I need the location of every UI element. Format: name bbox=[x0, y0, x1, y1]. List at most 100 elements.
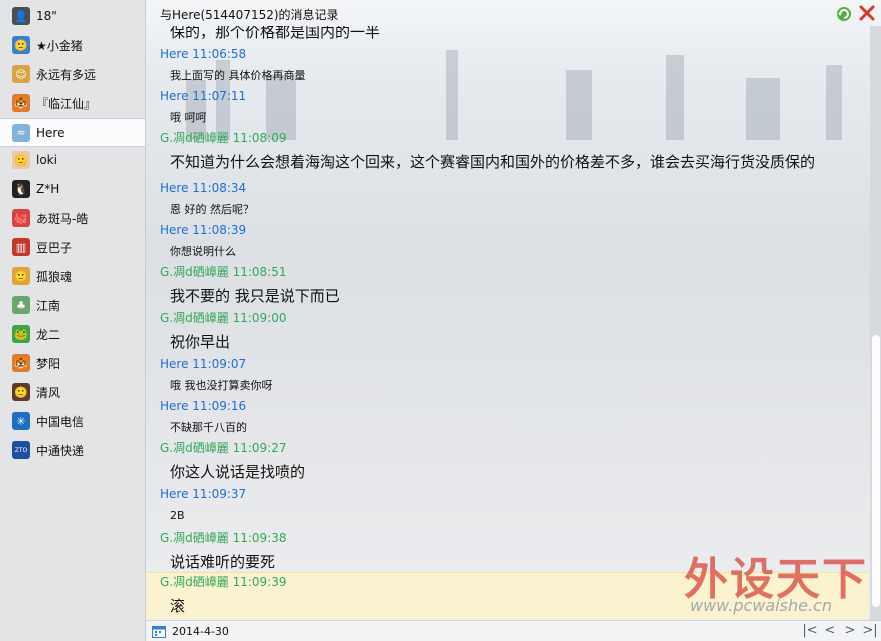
message-meta: G.凋d硒嶂麗 11:08:51 bbox=[160, 265, 286, 279]
message-time: 11:08:09 bbox=[232, 131, 287, 145]
message-time: 11:08:51 bbox=[232, 265, 287, 279]
contact-name: 江南 bbox=[36, 298, 61, 313]
message-text: 说话难听的要死 bbox=[170, 553, 276, 571]
message-text: 保的，那个价格都是国内的一半 bbox=[170, 26, 381, 41]
message-time: 11:09:27 bbox=[232, 441, 287, 455]
avatar-icon: ≈ bbox=[12, 123, 30, 142]
message-sender: Here bbox=[160, 89, 189, 103]
message-meta: G.凋d硒嶂麗 11:09:38 bbox=[160, 531, 286, 545]
message-list: 保的，那个价格都是国内的一半 Here 11:06:58 我上面写的 具体价格再商量… bbox=[146, 26, 868, 620]
contact-item[interactable]: ZTO 中通快递 bbox=[0, 436, 145, 464]
contact-item[interactable]: 🙂 孤狼魂 bbox=[0, 262, 145, 290]
contact-item[interactable]: 😊 永远有多远 bbox=[0, 60, 145, 88]
contact-item[interactable]: 🙂 清风 bbox=[0, 378, 145, 406]
contact-name: 『临江仙』 bbox=[36, 96, 97, 111]
message-sender: G.凋d硒嶂麗 bbox=[160, 311, 229, 325]
message-sender: Here bbox=[160, 357, 189, 371]
contact-name: あ斑马-皓 bbox=[36, 211, 89, 226]
contact-name: loki bbox=[36, 153, 57, 167]
previous-page-button[interactable]: < bbox=[821, 623, 839, 639]
message-time: 11:08:39 bbox=[192, 223, 247, 237]
message-time: 11:08:34 bbox=[192, 181, 247, 195]
message-time: 11:09:38 bbox=[232, 531, 287, 545]
next-page-button[interactable]: > bbox=[841, 623, 859, 639]
contact-name: 龙二 bbox=[36, 327, 61, 342]
message-text: 哦 我也没打算卖你呀 bbox=[170, 379, 273, 392]
message-text: 我不要的 我只是说下而已 bbox=[170, 287, 340, 305]
avatar-icon: ♣ bbox=[12, 296, 30, 314]
first-page-button[interactable]: |< bbox=[801, 623, 819, 639]
avatar-icon: 🐯 bbox=[12, 94, 30, 112]
contact-item[interactable]: 👤 18" bbox=[0, 2, 145, 30]
message-time: 11:09:00 bbox=[232, 311, 287, 325]
message-sender: G.凋d硒嶂麗 bbox=[160, 531, 229, 545]
message-text: 2B bbox=[170, 509, 185, 522]
contact-name: 永远有多远 bbox=[36, 67, 97, 82]
avatar-icon: 🐸 bbox=[12, 325, 30, 343]
contact-name: 清风 bbox=[36, 385, 61, 400]
message-meta: Here 11:09:37 bbox=[160, 487, 246, 501]
avatar-icon: 🐧 bbox=[12, 180, 30, 198]
contact-name: 豆巴子 bbox=[36, 240, 73, 255]
message-text: 不缺那千八百的 bbox=[170, 421, 247, 434]
avatar-icon: 🐯 bbox=[12, 354, 30, 372]
message-meta: Here 11:09:07 bbox=[160, 357, 246, 371]
contact-item[interactable]: ≈ Here bbox=[0, 118, 145, 147]
contact-item[interactable]: 🐯 梦阳 bbox=[0, 349, 145, 377]
contact-name: 中国电信 bbox=[36, 414, 85, 429]
watermark-url: www.pcwaishe.cn bbox=[690, 596, 832, 615]
message-sender: Here bbox=[160, 487, 189, 501]
contact-item[interactable]: 🙂 ★小金猪 bbox=[0, 31, 145, 59]
message-sender: Here bbox=[160, 399, 189, 413]
last-page-button[interactable]: >| bbox=[861, 623, 879, 639]
message-meta: Here 11:06:58 bbox=[160, 47, 246, 61]
contact-name: 孤狼魂 bbox=[36, 269, 73, 284]
contact-item[interactable]: ✳ 中国电信 bbox=[0, 407, 145, 435]
message-meta: Here 11:07:11 bbox=[160, 89, 246, 103]
contact-item[interactable]: ▥ 豆巴子 bbox=[0, 233, 145, 261]
watermark-logo: 外设天下 www.pcwaishe.cn bbox=[684, 543, 868, 619]
avatar-icon: 🙂 bbox=[12, 383, 30, 401]
contact-item[interactable]: ♣ 江南 bbox=[0, 291, 145, 319]
title-bar: 与Here(514407152)的消息记录 bbox=[146, 0, 881, 26]
avatar-icon: 😊 bbox=[12, 65, 30, 83]
refresh-icon[interactable] bbox=[835, 5, 853, 23]
message-text: 恩 好的 然后呢？ bbox=[170, 203, 254, 216]
scrollbar-thumb[interactable] bbox=[872, 335, 880, 607]
bottom-bar: 2014-4-30 |< < > >| bbox=[146, 620, 881, 641]
message-meta: Here 11:08:34 bbox=[160, 181, 246, 195]
date-label: 2014-4-30 bbox=[172, 625, 229, 638]
message-sender: G.凋d硒嶂麗 bbox=[160, 265, 229, 279]
contact-item[interactable]: 🐯 『临江仙』 bbox=[0, 89, 145, 117]
message-meta: Here 11:09:16 bbox=[160, 399, 246, 413]
message-sender: Here bbox=[160, 223, 189, 237]
close-icon[interactable] bbox=[858, 4, 876, 22]
message-text: 祝你早出 bbox=[170, 333, 231, 351]
message-sender: G.凋d硒嶂麗 bbox=[160, 441, 229, 455]
message-text: 我上面写的 具体价格再商量 bbox=[170, 69, 306, 82]
avatar-icon: 👤 bbox=[12, 7, 30, 25]
calendar-icon[interactable] bbox=[152, 625, 166, 638]
message-time: 11:09:39 bbox=[232, 575, 287, 589]
contact-name: 中通快递 bbox=[36, 443, 85, 458]
avatar-icon: ✳ bbox=[12, 412, 30, 430]
contact-item[interactable]: 🐙 あ斑马-皓 bbox=[0, 204, 145, 232]
message-sender: Here bbox=[160, 47, 189, 61]
contact-item[interactable]: 🐧 Z*H bbox=[0, 175, 145, 203]
contact-item[interactable]: 🙂 loki bbox=[0, 146, 145, 174]
message-time: 11:09:16 bbox=[192, 399, 247, 413]
message-meta: G.凋d硒嶂麗 11:09:27 bbox=[160, 441, 286, 455]
avatar-icon: 🙂 bbox=[12, 36, 30, 54]
message-time: 11:06:58 bbox=[192, 47, 247, 61]
contact-item[interactable]: 🐸 龙二 bbox=[0, 320, 145, 348]
contact-name: ★小金猪 bbox=[36, 38, 83, 53]
contact-list: 👤 18" 🙂 ★小金猪 😊 永远有多远 🐯 『临江仙』 ≈ Here 🙂 loki 🐧 Z*H 🐙 あ斑马-… bbox=[0, 0, 146, 641]
message-meta: G.凋d硒嶂麗 11:09:39 bbox=[160, 575, 286, 589]
contact-name: Here bbox=[36, 125, 65, 140]
message-sender: Here bbox=[160, 181, 189, 195]
avatar-icon: ▥ bbox=[12, 238, 30, 256]
message-meta: G.凋d硒嶂麗 11:08:09 bbox=[160, 131, 286, 145]
message-text: 你想说明什么 bbox=[170, 245, 236, 258]
message-text: 哦 呵呵 bbox=[170, 111, 207, 124]
avatar-icon: 🐙 bbox=[12, 209, 30, 227]
